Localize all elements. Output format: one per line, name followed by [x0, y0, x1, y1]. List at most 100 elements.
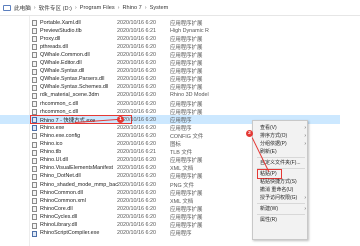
file-date: 2020/10/16 6:20 [117, 157, 156, 164]
file-date: 2020/10/16 6:20 [117, 84, 156, 91]
file-date: 2020/10/16 6:20 [117, 230, 156, 237]
file-type: Rhino 3D Model [170, 92, 209, 99]
file-name[interactable]: Rhino.exe [40, 125, 118, 131]
breadcrumb-program-files[interactable]: Program Files [79, 5, 116, 11]
file-name[interactable]: Proxy.dll [40, 36, 118, 42]
file-name[interactable]: rdk_material_scene.3dm [40, 92, 118, 98]
submenu-chevron-icon: › [304, 133, 306, 139]
menu-item-label: 新建(W) [260, 206, 279, 212]
menu-item-label: 属性(R) [260, 217, 277, 223]
file-date: 2020/10/16 6:20 [117, 213, 156, 220]
menu-item-label: 撤消 重命名(U) [260, 187, 294, 193]
file-name[interactable]: RhinoCore.dll [40, 206, 118, 212]
file-icon [32, 149, 37, 156]
dll-file-icon [32, 20, 37, 26]
dll-file-icon [32, 190, 37, 197]
menu-item-label: 分组依据(P) [260, 141, 287, 147]
menu-item[interactable]: 属性(R) [253, 216, 309, 224]
breadcrumb-rhino7[interactable]: Rhino 7 [122, 5, 143, 11]
dll-file-icon [32, 36, 37, 43]
file-date: 2020/10/16 6:20 [117, 76, 156, 83]
file-name[interactable]: QWhale.Syntax.dll [40, 68, 118, 74]
step-badge-2: 2 [246, 130, 253, 137]
file-name[interactable]: RhinoCycles.dll [40, 214, 118, 220]
address-bar[interactable]: 此电脑 › 软件专区 (D:) › Program Files › Rhino … [0, 0, 360, 16]
file-date: 2020/10/16 6:21 [117, 149, 156, 156]
file-name[interactable]: rhcommon_c.dll [40, 109, 118, 115]
file-name[interactable]: RhinoLibrary.dll [40, 222, 118, 228]
menu-divider [257, 214, 305, 215]
context-menu[interactable]: 查看(V) › 排序方式(O) › 分组依据(P) › 刷新(E) 自定义文件夹(F)... 粘… [252, 120, 308, 240]
file-date: 2020/10/16 6:20 [117, 181, 156, 188]
menu-item[interactable]: 授予访问权限(G) › [253, 194, 309, 202]
file-icon [32, 182, 37, 188]
file-date: 2020/10/16 6:20 [117, 197, 156, 204]
menu-item[interactable]: 排序方式(O) › [253, 132, 309, 140]
dll-file-icon [32, 60, 37, 67]
file-date: 2020/10/16 6:20 [117, 189, 156, 196]
file-date: 2020/10/16 6:20 [117, 222, 156, 228]
file-date: 2020/10/16 6:20 [117, 141, 156, 147]
file-name[interactable]: Rhino.UI.dll [40, 157, 118, 163]
menu-item-paste[interactable]: 粘贴(P) [253, 169, 309, 179]
dll-file-icon [32, 173, 37, 180]
menu-item-label: 粘贴快捷方式(S) [260, 179, 297, 185]
file-date: 2020/10/16 6:20 [117, 51, 156, 58]
file-date: 2020/10/16 6:20 [117, 205, 156, 212]
menu-item-label: 查看(V) [260, 125, 277, 131]
file-name[interactable]: QWhale.Editor.dll [40, 60, 118, 66]
file-date: 2020/10/16 6:20 [117, 173, 156, 180]
submenu-chevron-icon: › [304, 141, 306, 147]
breadcrumb-drive[interactable]: 软件专区 (D:) [38, 4, 73, 12]
file-type: 应用程序 [170, 231, 192, 238]
file-name[interactable]: PreviewStudio.tlb [40, 28, 118, 34]
file-name[interactable]: Rhino.ico [40, 141, 118, 147]
dll-file-icon [32, 68, 37, 75]
dll-file-icon [32, 101, 37, 107]
file-name[interactable]: Rhino.exe.config [40, 133, 118, 139]
menu-item[interactable]: 查看(V) › [253, 124, 309, 132]
file-date: 2020/10/16 6:20 [117, 100, 156, 107]
file-name[interactable]: Rhino.tlb [40, 149, 118, 155]
dll-file-icon [32, 214, 37, 221]
dll-file-icon [32, 222, 37, 229]
dll-file-icon [32, 52, 37, 59]
breadcrumb-system[interactable]: System [149, 5, 170, 11]
file-icon [32, 198, 37, 205]
dll-file-icon [32, 206, 37, 213]
exe-file-icon [32, 230, 37, 237]
file-name[interactable]: QWhale.Common.dll [40, 52, 118, 58]
dll-file-icon [32, 76, 37, 83]
file-name[interactable]: Rhino.VisualElementsManifest [40, 165, 118, 171]
exe-file-icon [32, 117, 37, 124]
computer-icon [3, 4, 11, 11]
file-date: 2020/10/16 6:20 [117, 124, 156, 131]
file-name[interactable]: pthreads.dll [40, 44, 118, 50]
dll-file-icon [32, 84, 37, 91]
menu-item[interactable]: 撤消 重命名(U) [253, 186, 309, 194]
file-name[interactable]: Portable.Xaml.dll [40, 20, 118, 26]
dll-file-icon [32, 157, 37, 164]
file-icon [32, 133, 37, 140]
submenu-chevron-icon: › [304, 195, 306, 201]
dll-file-icon [32, 44, 37, 51]
file-name[interactable]: Rhino_shaded_mode_mmp_backgro... [40, 182, 118, 188]
file-name[interactable]: RhinoCommon.dll [40, 190, 118, 196]
menu-item[interactable]: 新建(W) › [253, 205, 309, 213]
file-date: 2020/10/16 6:20 [117, 108, 156, 115]
file-name[interactable]: RhinoScriptCompiler.exe [40, 230, 118, 236]
file-name[interactable]: Rhino_DotNet.dll [40, 173, 118, 179]
file-name[interactable]: RhinoCommon.xml [40, 198, 118, 204]
file-name[interactable]: QWhale.Syntax.Schemes.dll [40, 84, 118, 90]
file-date: 2020/10/16 6:21 [117, 27, 156, 34]
file-date: 2020/10/16 6:20 [117, 35, 156, 42]
submenu-chevron-icon: › [304, 125, 306, 131]
breadcrumb-this-pc[interactable]: 此电脑 [13, 4, 32, 12]
menu-item[interactable]: 分组依据(P) › [253, 140, 309, 148]
file-date: 2020/10/16 6:20 [117, 43, 156, 50]
menu-item-label: 排序方式(O) [260, 133, 288, 139]
file-date: 2020/10/16 6:20 [117, 165, 156, 172]
menu-item[interactable]: 粘贴快捷方式(S) [253, 178, 309, 186]
file-name[interactable]: rhcommon_c.dll [40, 101, 118, 107]
file-name[interactable]: QWhale.Syntax.Parsers.dll [40, 76, 118, 82]
